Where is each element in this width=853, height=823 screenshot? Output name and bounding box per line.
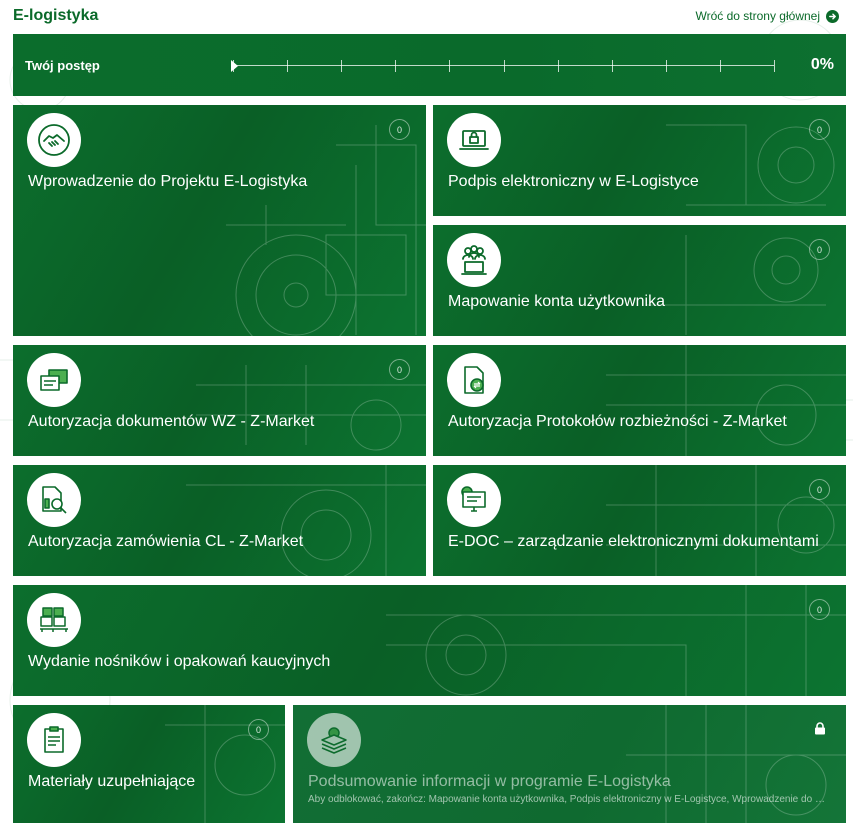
tile-title: Materiały uzupełniające bbox=[28, 773, 196, 790]
progress-panel: Twój postęp 0% bbox=[13, 34, 846, 96]
page-title: E-logistyka bbox=[13, 7, 99, 24]
layers-gear-icon bbox=[321, 727, 347, 754]
tile-icon-wrapper bbox=[447, 473, 501, 527]
module-tile-wz-documents[interactable]: 0 Autoryzacja dokumentów WZ - Z-Market bbox=[13, 345, 426, 456]
tile-title: Podsumowanie informacji w programie E-Lo… bbox=[308, 773, 671, 790]
crates-icon bbox=[40, 607, 68, 632]
module-tile-introduction[interactable]: 0 Wprowadzenie do Projektu E-Logistyka bbox=[13, 105, 426, 336]
progress-tick bbox=[611, 60, 613, 72]
machine-sketch-art bbox=[196, 365, 426, 451]
machine-sketch-art bbox=[626, 705, 846, 823]
progress-tick bbox=[719, 60, 721, 72]
module-tile-e-doc[interactable]: 0 E-DOC – zarządzanie elektronicznymi do… bbox=[433, 465, 846, 576]
clipboard-icon bbox=[44, 726, 64, 753]
lock-icon bbox=[814, 722, 826, 740]
completion-counter-badge: 0 bbox=[248, 719, 269, 740]
tile-icon-wrapper bbox=[447, 353, 501, 407]
tile-title: Wydanie nośników i opakowań kaucyjnych bbox=[28, 653, 331, 670]
tile-title: Autoryzacja dokumentów WZ - Z-Market bbox=[28, 413, 315, 430]
progress-tick bbox=[557, 60, 559, 72]
module-tile-summary-locked: Podsumowanie informacji w programie E-Lo… bbox=[293, 705, 846, 823]
completion-counter-badge: 0 bbox=[389, 119, 410, 140]
back-to-home-link[interactable]: Wróć do strony głównej bbox=[695, 9, 839, 23]
document-exchange-icon bbox=[464, 366, 484, 394]
machine-sketch-art bbox=[606, 465, 846, 576]
module-tile-account-mapping[interactable]: 0 Mapowanie konta użytkownika bbox=[433, 225, 846, 336]
tile-title: Wprowadzenie do Projektu E-Logistyka bbox=[28, 173, 308, 190]
module-tile-supplementary-materials[interactable]: 0 Materiały uzupełniające bbox=[13, 705, 285, 823]
tile-title: Autoryzacja Protokołów rozbieżności - Z-… bbox=[448, 413, 787, 430]
tile-title: Mapowanie konta użytkownika bbox=[448, 293, 666, 310]
module-tile-e-signature[interactable]: 0 Podpis elektroniczny w E-Logistyce bbox=[433, 105, 846, 216]
machine-sketch-art bbox=[606, 345, 846, 456]
progress-tick bbox=[287, 60, 289, 72]
tile-icon-wrapper bbox=[447, 113, 501, 167]
unlock-requirements-text: Aby odblokować, zakończ: Mapowanie konta… bbox=[308, 794, 828, 805]
progress-tick bbox=[449, 60, 451, 72]
progress-tick bbox=[503, 60, 505, 72]
monitor-icon bbox=[461, 486, 486, 512]
tile-title: Autoryzacja zamówienia CL - Z-Market bbox=[28, 533, 304, 550]
progress-tick bbox=[341, 60, 343, 72]
laptop-lock-icon bbox=[459, 130, 489, 150]
handshake-icon bbox=[38, 124, 70, 156]
arrow-right-circle-icon bbox=[826, 9, 839, 23]
documents-icon bbox=[40, 369, 68, 391]
progress-label: Twój postęp bbox=[25, 58, 100, 73]
document-search-icon bbox=[42, 486, 67, 514]
tile-title: Podpis elektroniczny w E-Logistyce bbox=[448, 173, 699, 190]
completion-counter-badge: 0 bbox=[809, 599, 830, 620]
completion-counter-badge: 0 bbox=[809, 239, 830, 260]
tile-icon-wrapper bbox=[27, 473, 81, 527]
tile-icon-wrapper bbox=[27, 353, 81, 407]
completion-counter-badge: 0 bbox=[389, 359, 410, 380]
machine-sketch-art bbox=[186, 465, 426, 576]
module-tile-deposit-carriers[interactable]: 0 Wydanie nośników i opakowań kaucyjnych bbox=[13, 585, 846, 696]
progress-handle bbox=[231, 60, 238, 72]
module-tile-cl-orders[interactable]: Autoryzacja zamówienia CL - Z-Market bbox=[13, 465, 426, 576]
tile-icon-wrapper bbox=[27, 713, 81, 767]
machine-sketch-art bbox=[386, 585, 846, 696]
tile-icon-wrapper bbox=[307, 713, 361, 767]
completion-counter-badge: 0 bbox=[809, 479, 830, 500]
progress-track bbox=[231, 60, 775, 72]
machine-sketch-art bbox=[226, 125, 426, 336]
completion-counter-badge: 0 bbox=[809, 119, 830, 140]
top-bar: E-logistyka Wróć do strony głównej bbox=[0, 0, 853, 34]
tile-icon-wrapper bbox=[27, 113, 81, 167]
progress-percent: 0% bbox=[810, 56, 834, 73]
back-link-label: Wróć do strony głównej bbox=[695, 9, 821, 23]
users-laptop-icon bbox=[461, 245, 487, 275]
tile-icon-wrapper bbox=[447, 233, 501, 287]
progress-tick bbox=[665, 60, 667, 72]
tile-icon-wrapper bbox=[27, 593, 81, 647]
tile-title: E-DOC – zarządzanie elektronicznymi doku… bbox=[448, 533, 819, 550]
module-tile-discrepancy-protocols[interactable]: Autoryzacja Protokołów rozbieżności - Z-… bbox=[433, 345, 846, 456]
progress-tick bbox=[774, 60, 775, 72]
progress-tick bbox=[395, 60, 397, 72]
